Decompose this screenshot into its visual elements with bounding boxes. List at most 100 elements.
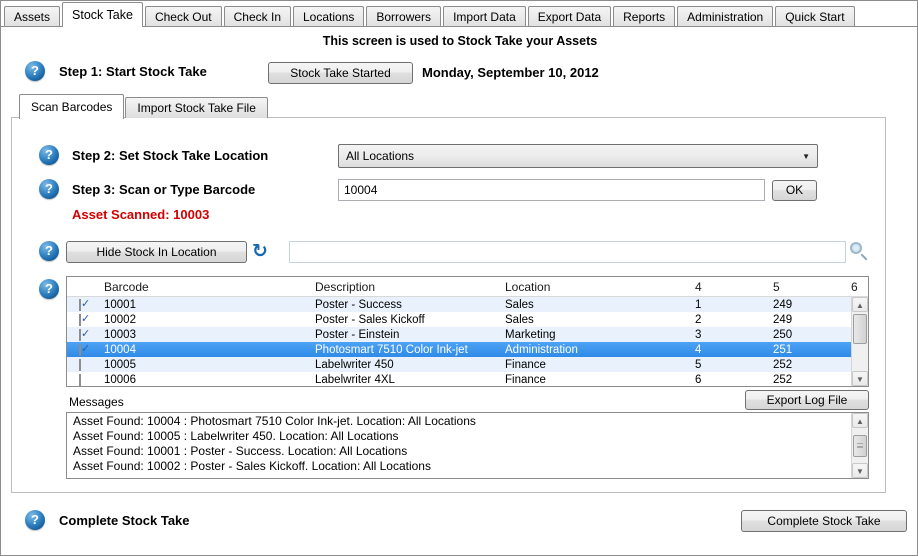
cell-location: Administration <box>502 344 692 356</box>
step1-label: Step 1: Start Stock Take <box>59 64 207 79</box>
scroll-up-icon[interactable]: ▲ <box>852 297 868 312</box>
cell-col4: 4 <box>692 344 770 356</box>
cell-col5: 249 <box>770 299 848 311</box>
messages-box: Asset Found: 10004 : Photosmart 7510 Col… <box>66 412 869 479</box>
cell-location: Sales <box>502 314 692 326</box>
message-line: Asset Found: 10005 : Labelwriter 450. Lo… <box>67 429 851 444</box>
cell-col4: 1 <box>692 299 770 311</box>
messages-scrollbar[interactable]: ▲ ▼ <box>851 413 868 478</box>
cell-col5: 250 <box>770 329 848 341</box>
tab-administration[interactable]: Administration <box>677 6 773 26</box>
cell-col5: 252 <box>770 374 848 386</box>
cell-location: Finance <box>502 374 692 386</box>
complete-stock-take-button[interactable]: Complete Stock Take <box>741 510 907 532</box>
col-5[interactable]: 5 <box>770 280 848 294</box>
table-row-selected[interactable]: 10004 Photosmart 7510 Color Ink-jet Admi… <box>67 342 851 357</box>
cell-col4: 6 <box>692 374 770 386</box>
stock-take-started-button[interactable]: Stock Take Started <box>268 62 413 84</box>
cell-description: Poster - Success <box>312 299 502 311</box>
asset-scanned-message: Asset Scanned: 10003 <box>72 207 209 222</box>
table-row[interactable]: 10005 Labelwriter 450 Finance 5 252 <box>67 357 851 372</box>
table-row[interactable]: 10006 Labelwriter 4XL Finance 6 252 <box>67 372 851 387</box>
scroll-up-icon[interactable]: ▲ <box>852 413 868 428</box>
help-icon-step1[interactable]: ? <box>25 61 45 81</box>
asset-table-body: 10001 Poster - Success Sales 1 249 10002… <box>67 297 851 387</box>
tab-borrowers[interactable]: Borrowers <box>366 6 441 26</box>
cell-col4: 2 <box>692 314 770 326</box>
table-scrollbar[interactable]: ▲ ▼ <box>851 297 868 386</box>
cell-col4: 5 <box>692 359 770 371</box>
cell-description: Poster - Einstein <box>312 329 502 341</box>
location-dropdown-value: All Locations <box>346 149 414 163</box>
row-checkbox[interactable] <box>79 314 81 326</box>
location-dropdown[interactable]: All Locations ▼ <box>338 144 818 168</box>
stock-take-window: Assets Stock Take Check Out Check In Loc… <box>0 0 918 556</box>
row-checkbox[interactable] <box>79 344 81 356</box>
cell-description: Labelwriter 4XL <box>312 374 502 386</box>
messages-scrollbar-thumb[interactable] <box>853 435 867 457</box>
table-scrollbar-thumb[interactable] <box>853 314 867 344</box>
help-icon-complete[interactable]: ? <box>25 510 45 530</box>
cell-barcode: 10005 <box>101 359 312 371</box>
stock-take-date: Monday, September 10, 2012 <box>422 65 599 80</box>
tab-import-data[interactable]: Import Data <box>443 6 526 26</box>
col-location[interactable]: Location <box>502 280 692 294</box>
cell-location: Finance <box>502 359 692 371</box>
screen-description: This screen is used to Stock Take your A… <box>1 34 918 48</box>
table-row[interactable]: 10003 Poster - Einstein Marketing 3 250 <box>67 327 851 342</box>
tab-reports[interactable]: Reports <box>613 6 675 26</box>
tab-check-out[interactable]: Check Out <box>145 6 222 26</box>
tab-import-stock-take-file[interactable]: Import Stock Take File <box>125 97 268 118</box>
table-row[interactable]: 10002 Poster - Sales Kickoff Sales 2 249 <box>67 312 851 327</box>
scroll-down-icon[interactable]: ▼ <box>852 371 868 386</box>
cell-description: Labelwriter 450 <box>312 359 502 371</box>
ok-button[interactable]: OK <box>772 180 817 201</box>
message-line: Asset Found: 10002 : Poster - Sales Kick… <box>67 459 851 474</box>
search-input[interactable] <box>289 241 846 263</box>
help-icon-step2[interactable]: ? <box>39 145 59 165</box>
table-row[interactable]: 10001 Poster - Success Sales 1 249 <box>67 297 851 312</box>
tab-check-in[interactable]: Check In <box>224 6 291 26</box>
export-log-file-button[interactable]: Export Log File <box>745 390 869 410</box>
tab-locations[interactable]: Locations <box>293 6 364 26</box>
complete-stock-take-label: Complete Stock Take <box>59 513 190 528</box>
help-icon-step3[interactable]: ? <box>39 179 59 199</box>
cell-location: Sales <box>502 299 692 311</box>
main-tab-bar: Assets Stock Take Check Out Check In Loc… <box>1 1 917 27</box>
cell-description: Photosmart 7510 Color Ink-jet <box>312 344 502 356</box>
messages-label: Messages <box>69 395 124 409</box>
cell-location: Marketing <box>502 329 692 341</box>
cell-col5: 252 <box>770 359 848 371</box>
inner-tab-bar: Scan Barcodes Import Stock Take File <box>11 93 268 118</box>
col-6[interactable]: 6 <box>848 280 868 294</box>
tab-assets[interactable]: Assets <box>4 6 60 26</box>
help-icon-stock-list[interactable]: ? <box>39 241 59 261</box>
tab-quick-start[interactable]: Quick Start <box>775 6 854 26</box>
help-icon-grid[interactable]: ? <box>39 279 59 299</box>
cell-barcode: 10004 <box>101 344 312 356</box>
step2-label: Step 2: Set Stock Take Location <box>72 148 268 163</box>
cell-barcode: 10006 <box>101 374 312 386</box>
cell-barcode: 10001 <box>101 299 312 311</box>
col-description[interactable]: Description <box>312 280 502 294</box>
row-checkbox[interactable] <box>79 329 81 341</box>
cell-col5: 251 <box>770 344 848 356</box>
hide-stock-in-location-button[interactable]: Hide Stock In Location <box>66 241 247 263</box>
cell-barcode: 10003 <box>101 329 312 341</box>
row-checkbox[interactable] <box>79 374 81 386</box>
row-checkbox[interactable] <box>79 299 81 311</box>
refresh-icon[interactable]: ↻ <box>252 242 268 261</box>
barcode-input[interactable] <box>338 179 765 201</box>
asset-table-header: Barcode Description Location 4 5 6 <box>67 277 868 297</box>
scroll-down-icon[interactable]: ▼ <box>852 463 868 478</box>
col-4[interactable]: 4 <box>692 280 770 294</box>
cell-col4: 3 <box>692 329 770 341</box>
tab-export-data[interactable]: Export Data <box>528 6 611 26</box>
col-barcode[interactable]: Barcode <box>101 280 312 294</box>
row-checkbox[interactable] <box>79 359 81 371</box>
tab-stock-take[interactable]: Stock Take <box>62 2 143 27</box>
tab-scan-barcodes[interactable]: Scan Barcodes <box>19 94 124 119</box>
cell-col5: 249 <box>770 314 848 326</box>
search-icon[interactable] <box>850 242 862 254</box>
asset-table: Barcode Description Location 4 5 6 10001… <box>66 276 869 387</box>
